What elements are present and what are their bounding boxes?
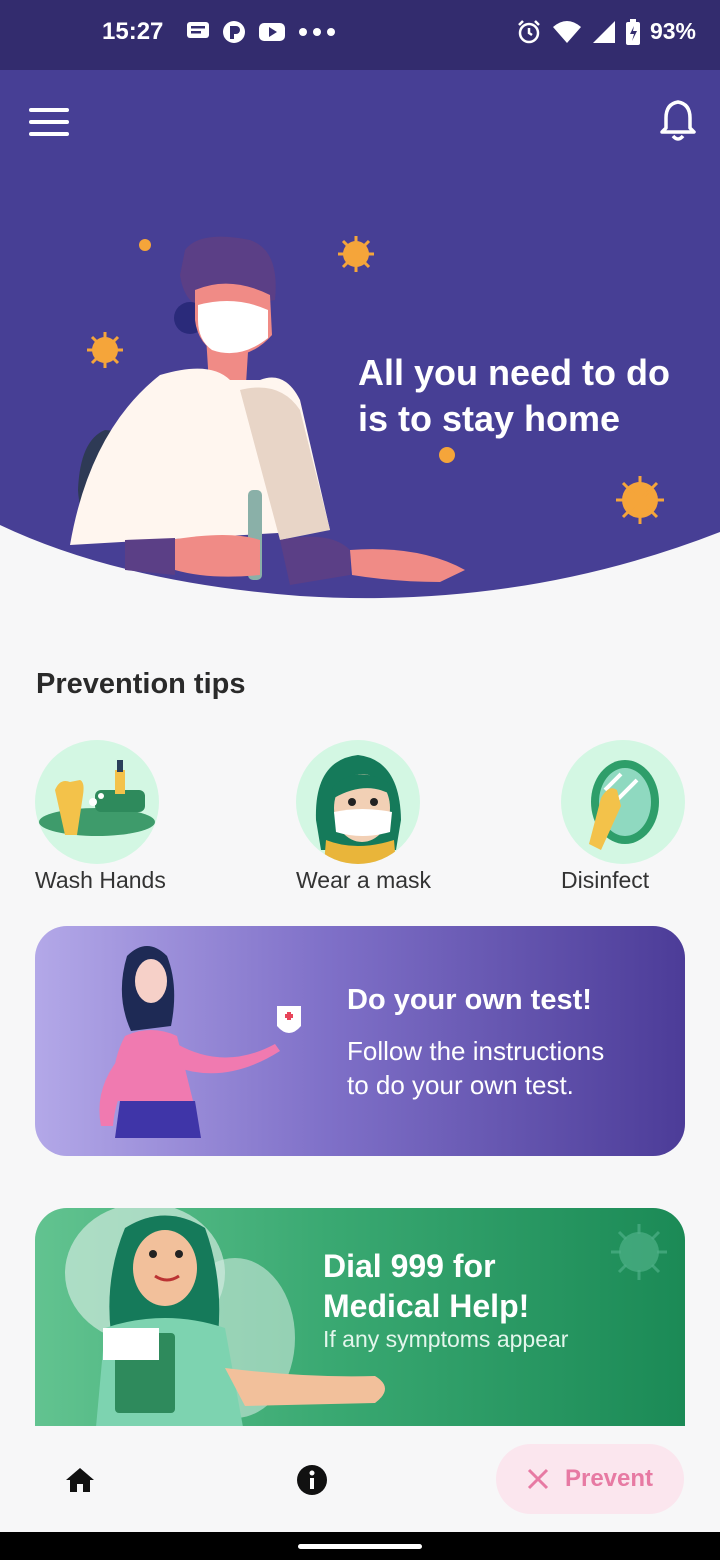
hero-message: All you need to do is to stay home: [358, 350, 698, 442]
nav-home-button[interactable]: [64, 1464, 96, 1501]
gesture-handle[interactable]: [298, 1544, 422, 1549]
dial-card-title: Dial 999 for Medical Help!: [323, 1246, 529, 1326]
notifications-button[interactable]: [658, 98, 698, 147]
self-test-illustration: [99, 946, 301, 1138]
status-bar: 15:27 93%: [0, 0, 720, 70]
test-card-line1: Follow the instructions: [347, 1036, 605, 1066]
tip-wash-hands[interactable]: Wash Hands: [35, 740, 166, 894]
test-card-line2: to do your own test.: [347, 1070, 574, 1100]
dial-help-card[interactable]: Dial 999 for Medical Help! If any sympto…: [35, 1208, 685, 1438]
hero-header: All you need to do is to stay home: [0, 70, 720, 630]
tip-disinfect[interactable]: Disinfect: [561, 740, 685, 894]
signal-icon: [592, 20, 615, 43]
close-icon: [527, 1468, 549, 1490]
more-dots-icon: [299, 28, 335, 36]
nav-prevent-label: Prevent: [564, 1465, 654, 1492]
tip-label: Disinfect: [561, 867, 650, 893]
hero-text-line1: All you need to do: [358, 352, 670, 393]
dial-card-subtitle: If any symptoms appear: [323, 1326, 569, 1352]
dial-title-line1: Dial 999 for: [323, 1248, 496, 1284]
p-icon: [223, 21, 245, 43]
test-card-title: Do your own test!: [347, 984, 592, 1016]
status-time: 15:27: [102, 18, 164, 45]
bell-icon: [660, 100, 696, 141]
home-icon: [66, 1468, 94, 1492]
tip-label: Wear a mask: [296, 867, 432, 893]
hero-text-line2: is to stay home: [358, 398, 621, 439]
battery-level: 93%: [649, 18, 696, 44]
test-card-desc: Follow the instructions to do your own t…: [347, 1034, 604, 1102]
tip-wear-mask[interactable]: Wear a mask: [296, 740, 431, 894]
alarm-icon: [518, 19, 540, 43]
tip-label: Wash Hands: [35, 867, 166, 893]
info-icon: [297, 1465, 327, 1495]
wear-mask-icon: [296, 740, 420, 864]
status-left-icons: [186, 20, 336, 44]
disinfect-icon: [561, 740, 685, 864]
youtube-icon: [259, 23, 285, 41]
status-right: 93%: [516, 18, 696, 45]
self-test-card[interactable]: Do your own test! Follow the instruction…: [35, 926, 685, 1156]
battery-icon: [625, 18, 640, 45]
wifi-icon: [552, 20, 581, 43]
menu-button[interactable]: [29, 108, 69, 136]
prevention-title: Prevention tips: [36, 668, 246, 700]
nav-prevent-button[interactable]: Prevent: [496, 1444, 684, 1514]
dial-title-line2: Medical Help!: [323, 1288, 530, 1324]
message-icon: [187, 22, 209, 38]
nav-info-button[interactable]: [296, 1464, 328, 1501]
virus-icon: [611, 1224, 667, 1280]
wash-hands-icon: [35, 740, 159, 864]
hamburger-icon: [29, 108, 69, 112]
